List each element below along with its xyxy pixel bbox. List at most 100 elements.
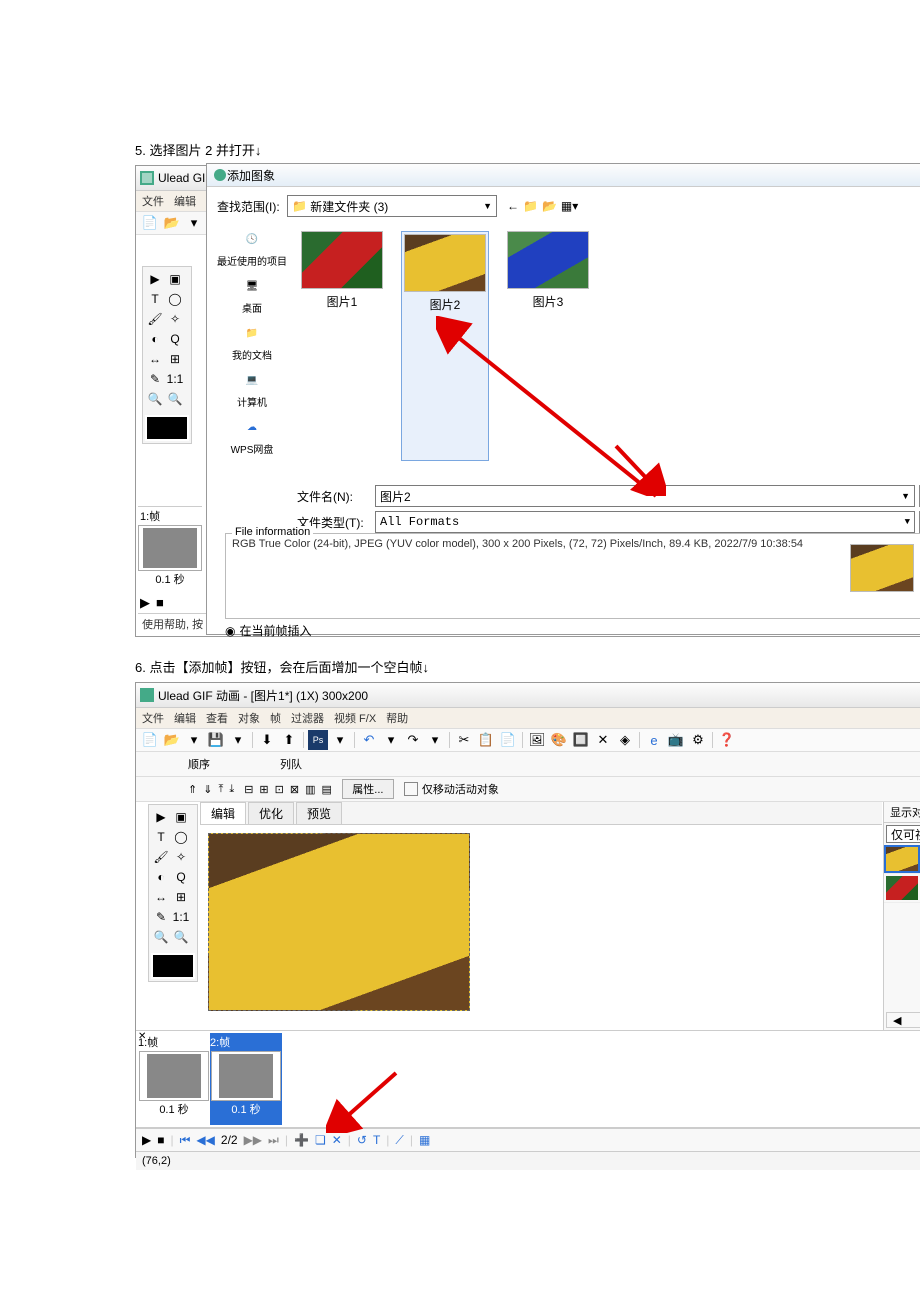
frame-1[interactable] bbox=[138, 525, 202, 571]
align-icon[interactable]: ⊞ bbox=[259, 783, 268, 796]
save-icon[interactable]: 💾 bbox=[206, 730, 226, 750]
tween-icon[interactable]: ↺ bbox=[357, 1133, 367, 1147]
circle-tool[interactable]: ◯ bbox=[171, 827, 191, 847]
filename-input[interactable]: 图片2▼ bbox=[375, 485, 915, 507]
color-swatch[interactable] bbox=[145, 415, 189, 441]
scale-tool[interactable]: 1:1 bbox=[171, 907, 191, 927]
arrange-icon[interactable]: ⇑ bbox=[188, 783, 197, 796]
thumb-3[interactable]: 图片3 bbox=[507, 231, 589, 461]
dropdown-icon[interactable]: ▾ bbox=[184, 730, 204, 750]
help-icon[interactable]: ❓ bbox=[717, 730, 737, 750]
lasso-tool[interactable]: ✧ bbox=[171, 847, 191, 867]
dup-frame-icon[interactable]: ❏ bbox=[315, 1133, 326, 1147]
prev-icon[interactable]: ◀◀ bbox=[196, 1133, 214, 1147]
paste-icon[interactable]: 📄 bbox=[498, 730, 518, 750]
properties-button[interactable]: 属性... bbox=[342, 779, 394, 799]
menu-edit[interactable]: 编辑 bbox=[174, 193, 196, 209]
align-icon[interactable]: ▥ bbox=[305, 783, 315, 796]
frame-1[interactable] bbox=[139, 1051, 209, 1101]
obj-row-2[interactable]: 👁 Obj - 2 (0,0)(宽 bbox=[884, 845, 920, 874]
dropper-tool[interactable]: ✎ bbox=[145, 369, 165, 389]
lasso-tool[interactable]: ✧ bbox=[165, 309, 185, 329]
menu-frame[interactable]: 帧 bbox=[270, 710, 281, 726]
open-icon[interactable]: 📂 bbox=[162, 213, 182, 233]
bucket-tool[interactable]: ◐ bbox=[151, 867, 171, 887]
menu-file[interactable]: 文件 bbox=[142, 710, 164, 726]
marquee-tool[interactable]: ▣ bbox=[165, 269, 185, 289]
dropdown-icon[interactable]: ▾ bbox=[184, 213, 204, 233]
back-icon[interactable]: ← bbox=[507, 199, 519, 213]
thumb-1[interactable]: 图片1 bbox=[301, 231, 383, 461]
crop-tool[interactable]: ⊞ bbox=[171, 887, 191, 907]
new-icon[interactable]: 📄 bbox=[140, 730, 160, 750]
tv-icon[interactable]: 📺 bbox=[666, 730, 686, 750]
tab-edit[interactable]: 编辑 bbox=[200, 802, 246, 824]
add-frame-icon[interactable]: ➕ bbox=[294, 1133, 309, 1147]
tab-preview[interactable]: 预览 bbox=[296, 802, 342, 824]
up-icon[interactable]: 📁 bbox=[523, 199, 538, 213]
menu-object[interactable]: 对象 bbox=[238, 710, 260, 726]
place-recent[interactable]: 🕓最近使用的项目 bbox=[217, 227, 287, 268]
filetype-combo[interactable]: All Formats▼ bbox=[375, 511, 915, 533]
cut-icon[interactable]: ✂ bbox=[454, 730, 474, 750]
stop-icon[interactable]: ■ bbox=[157, 1133, 164, 1147]
zoomout-tool[interactable]: 🔍 bbox=[165, 389, 185, 409]
pointer-tool[interactable]: ▶ bbox=[145, 269, 165, 289]
move-checkbox[interactable]: 仅移动活动对象 bbox=[404, 781, 499, 797]
scale-tool[interactable]: 1:1 bbox=[165, 369, 185, 389]
delete-frame-icon[interactable]: ✕ bbox=[332, 1133, 342, 1147]
text-tool[interactable]: T bbox=[145, 289, 165, 309]
place-wps[interactable]: ☁WPS网盘 bbox=[231, 415, 274, 456]
align-icon[interactable]: ⊠ bbox=[290, 783, 299, 796]
export-icon[interactable]: ⬆ bbox=[279, 730, 299, 750]
frame-2-selected[interactable] bbox=[211, 1051, 281, 1101]
play-icon[interactable]: ▶ bbox=[140, 595, 150, 611]
image-icon[interactable]: 🖼 bbox=[527, 730, 547, 750]
align-icon[interactable]: ⊟ bbox=[244, 783, 253, 796]
menu-help[interactable]: 帮助 bbox=[386, 710, 408, 726]
zoom-tool[interactable]: Q bbox=[171, 867, 191, 887]
color-icon[interactable]: 🎨 bbox=[549, 730, 569, 750]
visible-combo[interactable]: 仅可视的▼ bbox=[886, 825, 920, 843]
ps-icon[interactable]: Ps bbox=[308, 730, 328, 750]
move-tool[interactable]: ↔ bbox=[145, 349, 165, 369]
file-list[interactable]: 图片1 图片2 图片3 bbox=[297, 227, 920, 465]
thumb-2-selected[interactable]: 图片2 bbox=[401, 231, 489, 461]
crop-tool[interactable]: ⊞ bbox=[165, 349, 185, 369]
delete-icon[interactable]: ✕ bbox=[593, 730, 613, 750]
align-icon[interactable]: ▤ bbox=[321, 783, 331, 796]
zoomin-tool[interactable]: 🔍 bbox=[145, 389, 165, 409]
stop-icon[interactable]: ■ bbox=[156, 595, 164, 611]
last-icon[interactable]: ⏭ bbox=[268, 1133, 279, 1148]
move-tool[interactable]: ↔ bbox=[151, 887, 171, 907]
layer-icon[interactable]: ◈ bbox=[615, 730, 635, 750]
circle-tool[interactable]: ◯ bbox=[165, 289, 185, 309]
copy-icon[interactable]: 📋 bbox=[476, 730, 496, 750]
zoom-tool[interactable]: Q bbox=[165, 329, 185, 349]
obj-row-1[interactable]: Obj - 1 (0,0)(宽 bbox=[884, 874, 920, 903]
viewmenu-icon[interactable]: ▦▾ bbox=[561, 199, 578, 213]
play-icon[interactable]: ▶ bbox=[142, 1133, 151, 1147]
place-desktop[interactable]: 🖥桌面 bbox=[238, 274, 266, 315]
brush-tool[interactable]: 🖌 bbox=[145, 309, 165, 329]
ie-icon[interactable]: e bbox=[644, 730, 664, 750]
next-icon[interactable]: ▶▶ bbox=[244, 1133, 262, 1147]
color-swatch[interactable] bbox=[151, 953, 195, 979]
menu-filter[interactable]: 过滤器 bbox=[291, 710, 324, 726]
bucket-tool[interactable]: ◐ bbox=[145, 329, 165, 349]
undo-icon[interactable]: ↶ bbox=[359, 730, 379, 750]
settings-icon[interactable]: ▦ bbox=[419, 1133, 430, 1147]
first-icon[interactable]: ⏮ bbox=[180, 1133, 191, 1148]
brush-tool[interactable]: 🖌 bbox=[151, 847, 171, 867]
redo-icon[interactable]: ↷ bbox=[403, 730, 423, 750]
text-tool[interactable]: T bbox=[151, 827, 171, 847]
menu-file[interactable]: 文件 bbox=[142, 193, 164, 209]
arrange-icon[interactable]: ⤓ bbox=[229, 783, 234, 796]
frame-icon[interactable]: 🔲 bbox=[571, 730, 591, 750]
canvas-image[interactable] bbox=[208, 833, 470, 1011]
arrange-icon[interactable]: ⇓ bbox=[203, 783, 212, 796]
menu-video[interactable]: 视频 F/X bbox=[334, 710, 376, 726]
zoomin-tool[interactable]: 🔍 bbox=[151, 927, 171, 947]
menu-edit[interactable]: 编辑 bbox=[174, 710, 196, 726]
insert-radio[interactable]: ◉在当前帧插入 bbox=[225, 622, 312, 639]
